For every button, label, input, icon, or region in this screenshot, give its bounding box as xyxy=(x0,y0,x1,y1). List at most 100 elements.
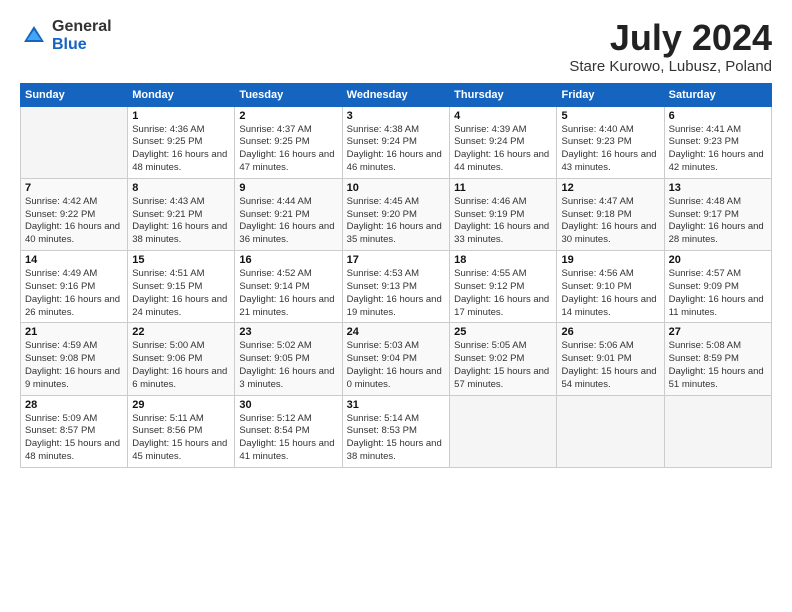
table-row xyxy=(450,395,557,467)
table-row: 15Sunrise: 4:51 AMSunset: 9:15 PMDayligh… xyxy=(128,251,235,323)
day-info-line: Sunset: 9:22 PM xyxy=(25,209,123,222)
day-info-line: Sunrise: 4:44 AM xyxy=(239,196,337,209)
day-info-line: Daylight: 16 hours and 21 minutes. xyxy=(239,294,337,320)
day-info-line: Sunset: 9:20 PM xyxy=(347,209,445,222)
table-row: 10 Sunrise: 4:45 AMSunset: 9:20 PMDayligh… xyxy=(342,178,449,250)
day-number: 2 xyxy=(239,110,337,122)
day-info-line: Daylight: 16 hours and 28 minutes. xyxy=(669,221,767,247)
day-info-line: Sunset: 9:02 PM xyxy=(454,353,552,366)
day-info-line: Sunrise: 4:52 AM xyxy=(239,268,337,281)
day-info-line: Daylight: 15 hours and 41 minutes. xyxy=(239,438,337,464)
day-number: 8 xyxy=(132,182,230,194)
table-row: 11Sunrise: 4:46 AMSunset: 9:19 PMDayligh… xyxy=(450,178,557,250)
day-info-line: Daylight: 16 hours and 24 minutes. xyxy=(132,294,230,320)
day-number: 7 xyxy=(25,182,123,194)
day-number: 31 xyxy=(347,399,445,411)
day-info: Sunrise: 4:49 AMSunset: 9:16 PMDaylight:… xyxy=(25,268,123,319)
table-row: 24Sunrise: 5:03 AMSunset: 9:04 PMDayligh… xyxy=(342,323,449,395)
day-info-line: Daylight: 16 hours and 3 minutes. xyxy=(239,366,337,392)
table-row: 25Sunrise: 5:05 AMSunset: 9:02 PMDayligh… xyxy=(450,323,557,395)
day-info: Sunrise: 4:45 AMSunset: 9:20 PMDaylight:… xyxy=(347,196,445,247)
table-row: 29Sunrise: 5:11 AMSunset: 8:56 PMDayligh… xyxy=(128,395,235,467)
day-info-line: Sunset: 9:25 PM xyxy=(132,136,230,149)
table-row: 18Sunrise: 4:55 AMSunset: 9:12 PMDayligh… xyxy=(450,251,557,323)
day-info-line: Sunset: 8:56 PM xyxy=(132,425,230,438)
day-info: Sunrise: 4:41 AMSunset: 9:23 PMDaylight:… xyxy=(669,124,767,175)
calendar: Sunday Monday Tuesday Wednesday Thursday… xyxy=(20,83,772,468)
day-info-line: Sunrise: 4:42 AM xyxy=(25,196,123,209)
day-number: 28 xyxy=(25,399,123,411)
day-info-line: Sunset: 9:10 PM xyxy=(561,281,659,294)
day-info-line: Sunrise: 4:43 AM xyxy=(132,196,230,209)
day-info-line: Sunset: 9:14 PM xyxy=(239,281,337,294)
logo-general: General xyxy=(52,18,112,36)
day-number: 13 xyxy=(669,182,767,194)
day-info-line: Daylight: 16 hours and 44 minutes. xyxy=(454,149,552,175)
day-info-line: Sunset: 9:23 PM xyxy=(669,136,767,149)
table-row: 5Sunrise: 4:40 AMSunset: 9:23 PMDaylight… xyxy=(557,106,664,178)
table-row xyxy=(21,106,128,178)
day-number: 9 xyxy=(239,182,337,194)
day-info-line: Sunrise: 4:56 AM xyxy=(561,268,659,281)
month-year: July 2024 xyxy=(569,18,772,58)
day-info-line: Daylight: 16 hours and 30 minutes. xyxy=(561,221,659,247)
day-info-line: Daylight: 15 hours and 48 minutes. xyxy=(25,438,123,464)
day-info-line: Daylight: 16 hours and 40 minutes. xyxy=(25,221,123,247)
day-info: Sunrise: 5:11 AMSunset: 8:56 PMDaylight:… xyxy=(132,413,230,464)
day-info-line: Sunset: 9:18 PM xyxy=(561,209,659,222)
day-number: 10 xyxy=(347,182,445,194)
table-row: 9Sunrise: 4:44 AMSunset: 9:21 PMDaylight… xyxy=(235,178,342,250)
table-row: 7 Sunrise: 4:42 AMSunset: 9:22 PMDaylight… xyxy=(21,178,128,250)
day-number: 14 xyxy=(25,254,123,266)
day-info: Sunrise: 5:08 AMSunset: 8:59 PMDaylight:… xyxy=(669,340,767,391)
day-info: Sunrise: 4:47 AMSunset: 9:18 PMDaylight:… xyxy=(561,196,659,247)
day-info-line: Sunset: 9:09 PM xyxy=(669,281,767,294)
day-info-line: Daylight: 16 hours and 6 minutes. xyxy=(132,366,230,392)
day-info: Sunrise: 4:43 AMSunset: 9:21 PMDaylight:… xyxy=(132,196,230,247)
day-number: 26 xyxy=(561,326,659,338)
day-number: 23 xyxy=(239,326,337,338)
day-info-line: Daylight: 16 hours and 9 minutes. xyxy=(25,366,123,392)
day-number: 6 xyxy=(669,110,767,122)
col-thursday: Thursday xyxy=(450,83,557,106)
day-info-line: Daylight: 16 hours and 17 minutes. xyxy=(454,294,552,320)
day-number: 21 xyxy=(25,326,123,338)
logo: General Blue xyxy=(20,18,112,53)
day-number: 24 xyxy=(347,326,445,338)
table-row: 16Sunrise: 4:52 AMSunset: 9:14 PMDayligh… xyxy=(235,251,342,323)
table-row: 19Sunrise: 4:56 AMSunset: 9:10 PMDayligh… xyxy=(557,251,664,323)
location: Stare Kurowo, Lubusz, Poland xyxy=(569,58,772,75)
page: General Blue July 2024 Stare Kurowo, Lub… xyxy=(0,0,792,478)
day-info-line: Sunrise: 4:45 AM xyxy=(347,196,445,209)
day-number: 18 xyxy=(454,254,552,266)
table-row: 26Sunrise: 5:06 AMSunset: 9:01 PMDayligh… xyxy=(557,323,664,395)
day-info-line: Daylight: 16 hours and 0 minutes. xyxy=(347,366,445,392)
calendar-week-3: 21Sunrise: 4:59 AMSunset: 9:08 PMDayligh… xyxy=(21,323,772,395)
day-info-line: Sunset: 9:24 PM xyxy=(347,136,445,149)
table-row: 31Sunrise: 5:14 AMSunset: 8:53 PMDayligh… xyxy=(342,395,449,467)
day-info-line: Sunrise: 5:14 AM xyxy=(347,413,445,426)
day-info-line: Daylight: 16 hours and 11 minutes. xyxy=(669,294,767,320)
day-info-line: Sunrise: 4:38 AM xyxy=(347,124,445,137)
day-info-line: Sunset: 9:23 PM xyxy=(561,136,659,149)
day-info-line: Sunset: 9:13 PM xyxy=(347,281,445,294)
day-info-line: Sunrise: 5:08 AM xyxy=(669,340,767,353)
table-row: 8 Sunrise: 4:43 AMSunset: 9:21 PMDaylight… xyxy=(128,178,235,250)
day-info-line: Sunrise: 5:03 AM xyxy=(347,340,445,353)
calendar-header: Sunday Monday Tuesday Wednesday Thursday… xyxy=(21,83,772,106)
day-info-line: Sunrise: 4:51 AM xyxy=(132,268,230,281)
day-number: 4 xyxy=(454,110,552,122)
day-info-line: Daylight: 16 hours and 38 minutes. xyxy=(132,221,230,247)
day-info-line: Daylight: 15 hours and 45 minutes. xyxy=(132,438,230,464)
day-number: 17 xyxy=(347,254,445,266)
day-number: 27 xyxy=(669,326,767,338)
day-info-line: Sunrise: 4:55 AM xyxy=(454,268,552,281)
day-info-line: Sunset: 9:05 PM xyxy=(239,353,337,366)
table-row xyxy=(664,395,771,467)
day-info-line: Sunrise: 4:57 AM xyxy=(669,268,767,281)
day-info-line: Sunset: 9:21 PM xyxy=(132,209,230,222)
day-info-line: Daylight: 16 hours and 26 minutes. xyxy=(25,294,123,320)
day-info: Sunrise: 4:39 AMSunset: 9:24 PMDaylight:… xyxy=(454,124,552,175)
day-info: Sunrise: 5:12 AMSunset: 8:54 PMDaylight:… xyxy=(239,413,337,464)
day-info-line: Sunrise: 5:02 AM xyxy=(239,340,337,353)
